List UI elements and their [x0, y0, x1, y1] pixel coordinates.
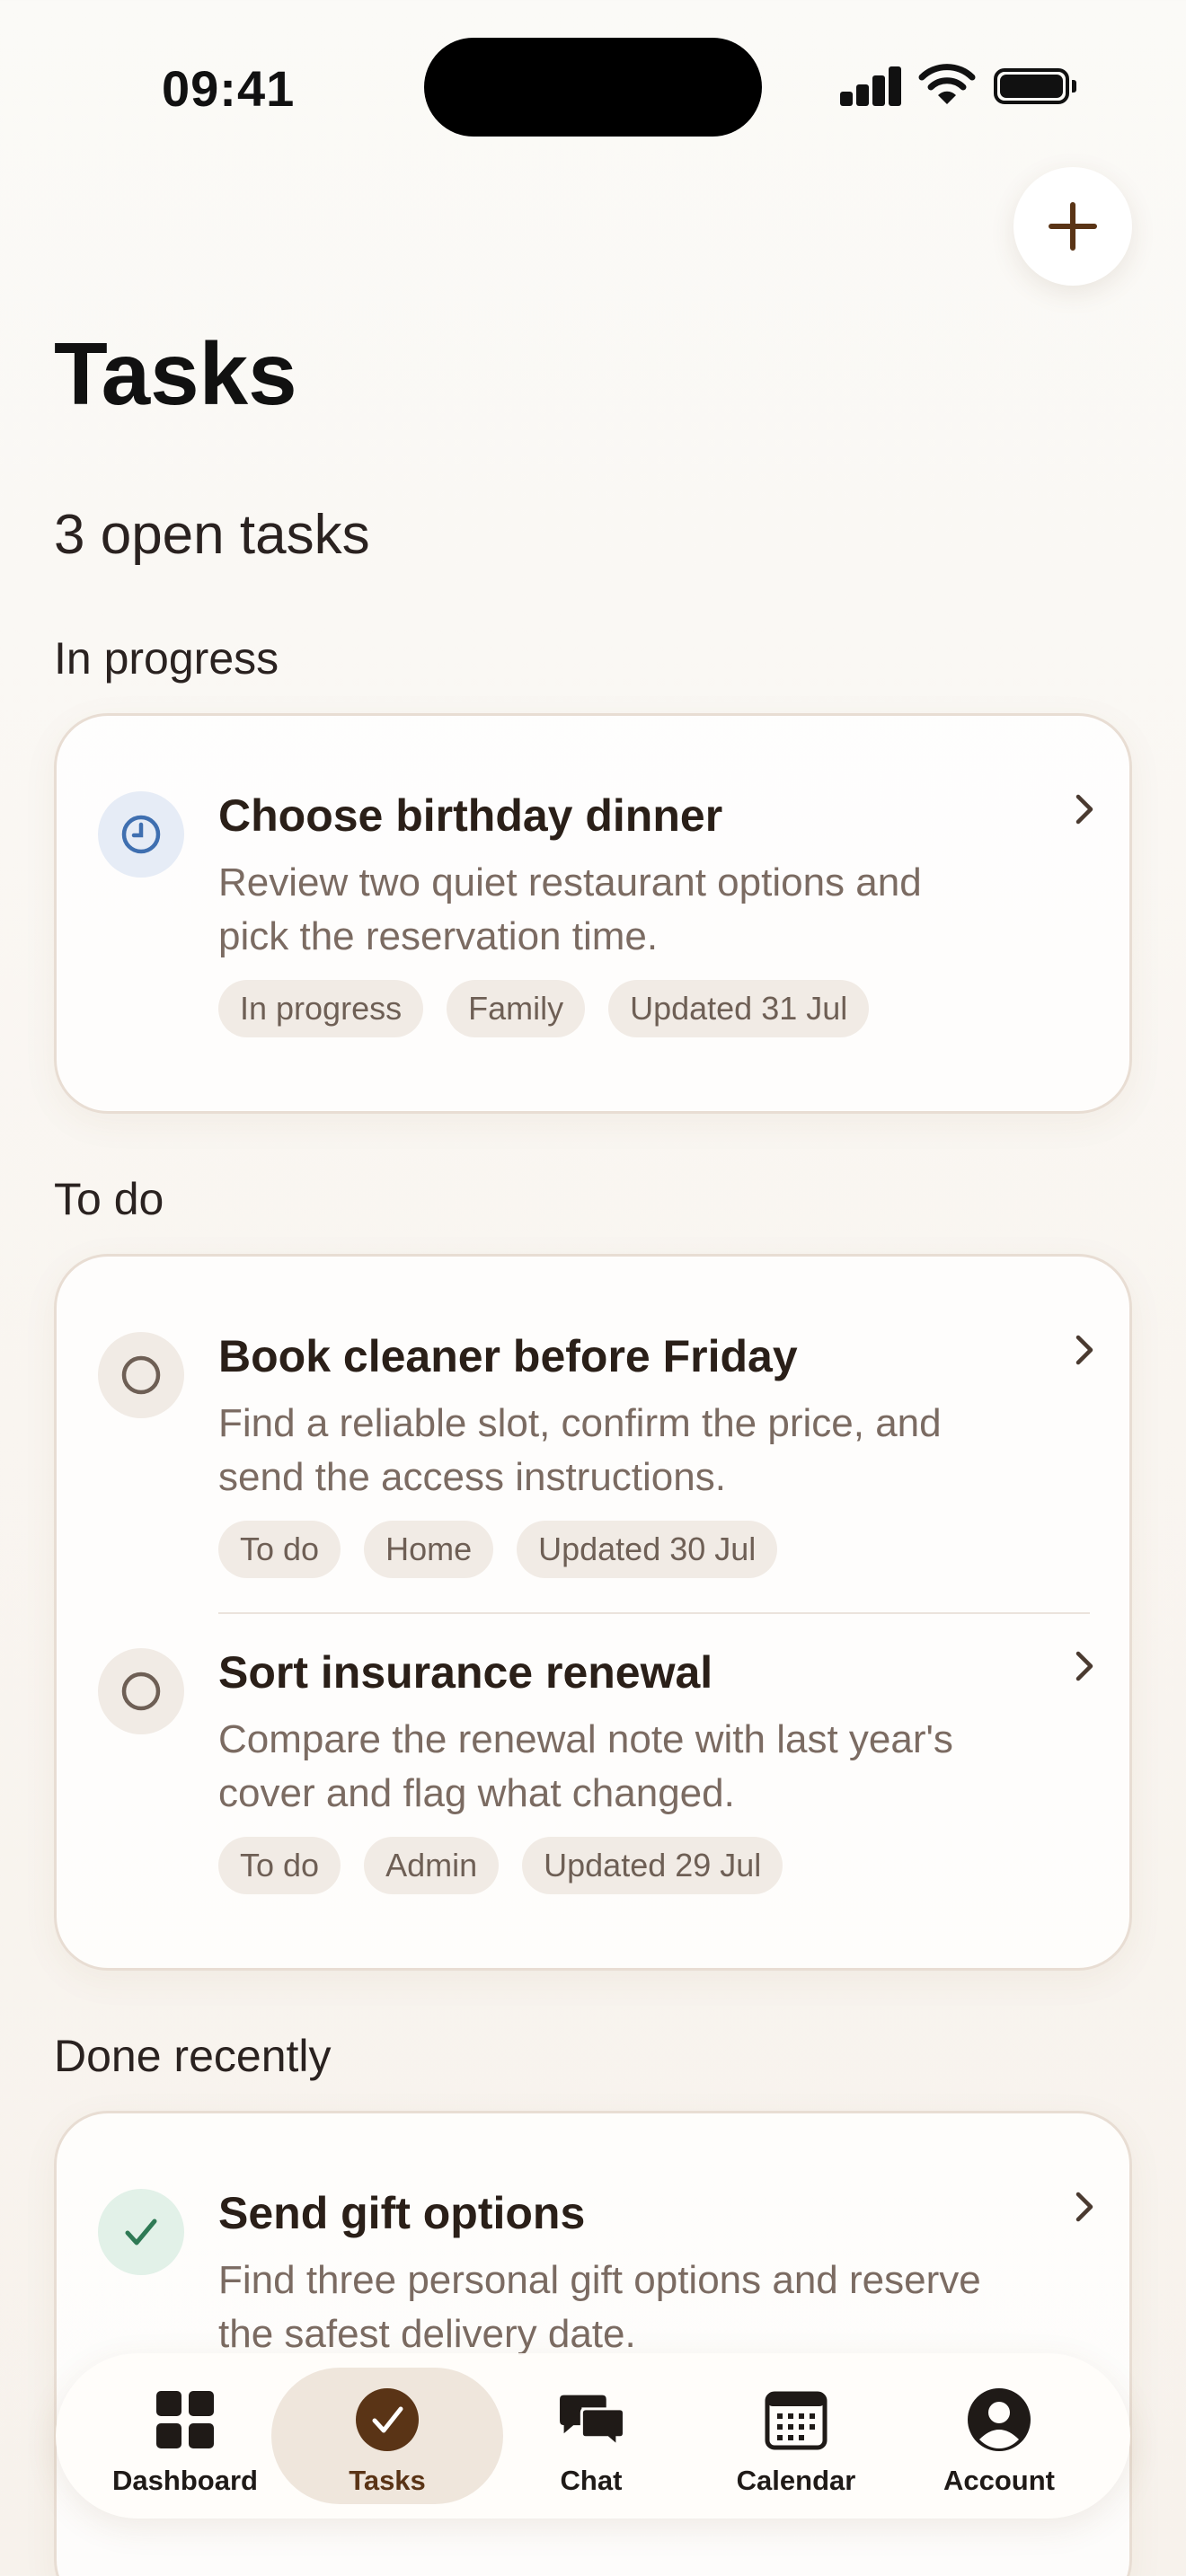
person-icon — [965, 2386, 1033, 2454]
dynamic-island — [424, 38, 762, 137]
tab-dashboard[interactable]: Dashboard — [95, 2353, 275, 2519]
category-tag: Family — [447, 980, 586, 1037]
task-title: Sort insurance renewal — [218, 1647, 713, 1698]
updated-tag: Updated 31 Jul — [608, 980, 870, 1037]
tab-label: Account — [943, 2465, 1055, 2496]
status-bar: 09:41 — [0, 0, 1186, 171]
task-description: Compare the renewal note with last year'… — [218, 1717, 953, 1815]
tab-label: Calendar — [736, 2465, 856, 2496]
circle-icon — [98, 1648, 184, 1734]
add-task-button[interactable] — [1013, 167, 1132, 286]
status-time: 09:41 — [162, 60, 296, 117]
bottom-tab-bar: Dashboard Tasks Chat Calendar Account — [56, 2353, 1130, 2519]
tab-label: Chat — [560, 2465, 623, 2496]
section-title-done-recently: Done recently — [54, 2031, 332, 2081]
chat-bubbles-icon — [557, 2386, 625, 2454]
chevron-right-icon — [1075, 1651, 1093, 1681]
category-tag: Home — [364, 1521, 494, 1578]
chevron-right-icon — [1075, 2192, 1093, 2222]
wifi-icon — [918, 64, 976, 104]
status-tag: To do — [218, 1837, 341, 1894]
grid-icon — [151, 2386, 219, 2454]
task-title: Book cleaner before Friday — [218, 1331, 798, 1381]
check-icon — [98, 2189, 184, 2275]
task-description: Find a reliable slot, confirm the price,… — [218, 1401, 942, 1499]
section-title-in-progress: In progress — [54, 633, 279, 684]
task-item[interactable]: Choose birthday dinner Review two quiet … — [57, 716, 1135, 1111]
updated-tag: Updated 29 Jul — [522, 1837, 783, 1894]
tab-label: Tasks — [349, 2465, 426, 2496]
open-tasks-summary: 3 open tasks — [54, 504, 370, 566]
tab-account[interactable]: Account — [909, 2353, 1089, 2519]
calendar-icon — [762, 2386, 830, 2454]
to-do-card: Book cleaner before Friday Find a reliab… — [54, 1254, 1132, 1971]
task-title: Send gift options — [218, 2188, 586, 2238]
task-description: Review two quiet restaurant options and … — [218, 860, 922, 958]
battery-icon — [994, 68, 1076, 104]
task-description: Find three personal gift options and res… — [218, 2258, 981, 2356]
tab-chat[interactable]: Chat — [501, 2353, 681, 2519]
chevron-right-icon — [1075, 1335, 1093, 1365]
check-circle-icon — [353, 2386, 421, 2454]
task-item[interactable]: Sort insurance renewal Compare the renew… — [57, 1573, 1135, 1932]
in-progress-card: Choose birthday dinner Review two quiet … — [54, 713, 1132, 1114]
tab-calendar[interactable]: Calendar — [706, 2353, 886, 2519]
task-tags: In progress Family Updated 31 Jul — [218, 980, 870, 1037]
chevron-right-icon — [1075, 794, 1093, 825]
category-tag: Admin — [364, 1837, 500, 1894]
status-tag: To do — [218, 1521, 341, 1578]
task-item[interactable]: Book cleaner before Friday Find a reliab… — [57, 1257, 1135, 1616]
task-tags: To do Admin Updated 29 Jul — [218, 1837, 783, 1894]
tab-label: Dashboard — [112, 2465, 258, 2496]
clock-icon — [98, 791, 184, 878]
circle-icon — [98, 1332, 184, 1418]
status-tag: In progress — [218, 980, 424, 1037]
section-title-to-do: To do — [54, 1174, 164, 1224]
page-title: Tasks — [54, 324, 297, 423]
task-tags: To do Home Updated 30 Jul — [218, 1521, 778, 1578]
updated-tag: Updated 30 Jul — [517, 1521, 778, 1578]
task-title: Choose birthday dinner — [218, 790, 723, 841]
plus-icon — [1049, 202, 1097, 251]
tab-tasks[interactable]: Tasks — [297, 2353, 477, 2519]
signal-icon — [840, 65, 901, 106]
